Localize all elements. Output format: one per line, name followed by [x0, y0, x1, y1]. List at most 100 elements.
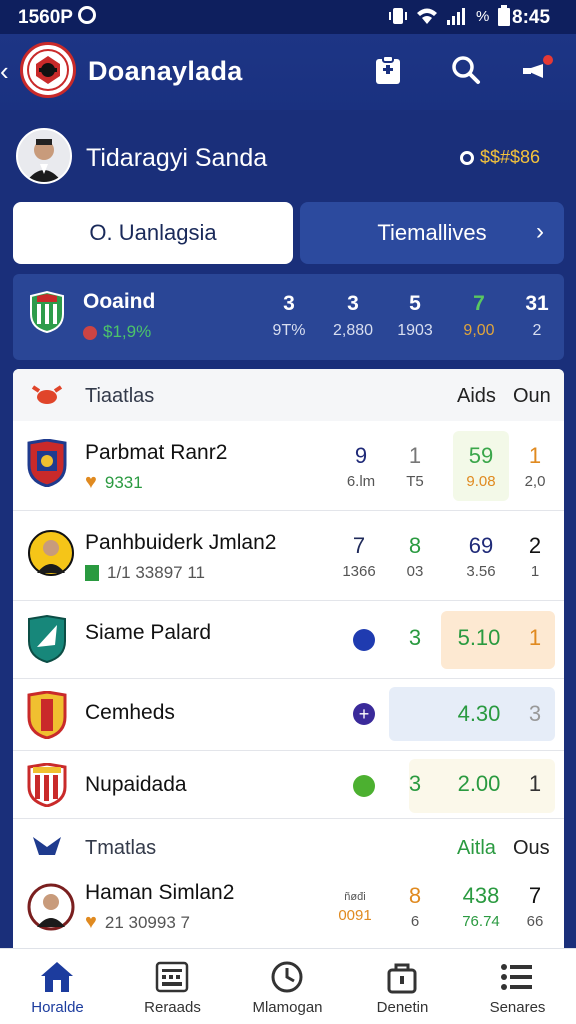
tab-overview-button[interactable]: O. Uanlagsia	[13, 202, 293, 264]
nav-details-label: Denetin	[376, 999, 429, 1016]
coin-value: $$#$86	[480, 147, 541, 167]
wifi-icon	[417, 8, 437, 24]
back-icon[interactable]: ‹	[0, 56, 9, 87]
col-header-aids[interactable]: Aids	[457, 385, 496, 408]
battery-percent: %	[476, 7, 490, 25]
cell-2: 8 03	[406, 533, 424, 580]
summary-col-2: 3 2,880	[332, 292, 374, 339]
crab-icon	[31, 385, 63, 404]
bird-icon	[33, 837, 61, 855]
cell-2: 3	[408, 625, 422, 650]
red-blue-shield-icon	[27, 439, 67, 487]
team-meta: ♥ 9331	[85, 471, 143, 493]
club-crest-icon	[27, 49, 69, 91]
menu-icon	[501, 964, 532, 990]
section-header-2: Tmatlas Aitla Ous	[13, 821, 564, 873]
cell-1: 9 6.lm	[346, 443, 376, 490]
search-icon	[452, 56, 480, 84]
cell-3: 59 9.08	[466, 443, 496, 490]
team-name: Parbmat Ranr2	[85, 441, 228, 464]
red-gold-shield-icon	[27, 691, 67, 739]
cell-2: 3	[408, 771, 422, 796]
summary-col-4: 7 9,00	[463, 292, 495, 339]
status-dot-icon	[353, 775, 375, 797]
coin-icon	[460, 150, 474, 165]
bag-icon	[387, 963, 417, 994]
summary-card[interactable]: Ooaind $1,9% 3 9T% 3 2,880 5 1903 7 9,00 31 2	[13, 274, 564, 360]
col-header-ous[interactable]: Ous	[513, 837, 550, 860]
team-name: Siame Palard	[85, 621, 212, 644]
standings-sheet: Tiaatlas Aids Oun Parbmat Ranr2 ♥ 9331 96…	[13, 369, 564, 948]
cell-4: 21	[528, 533, 542, 580]
heart-icon: ♥	[85, 471, 97, 493]
app-title: Doanaylada	[88, 56, 243, 86]
col-header-oun[interactable]: Oun	[513, 385, 551, 408]
nav-schedule[interactable]: Mlamogan	[230, 949, 345, 1024]
summary-sub: $1,9%	[83, 322, 151, 342]
clock-icon	[271, 961, 303, 993]
tab-timelines-button[interactable]: Tiemallives ›	[300, 202, 564, 264]
flag-icon	[85, 565, 99, 581]
nav-more[interactable]: Senares	[460, 949, 575, 1024]
nav-home-label: Horalde	[31, 999, 84, 1016]
col-header-aitla[interactable]: Aitla	[457, 837, 496, 860]
notification-icon	[78, 6, 96, 24]
summary-col-1: 3 9T%	[272, 292, 306, 339]
cell-1: ñøđi 0091	[338, 891, 372, 924]
battery-icon	[498, 5, 511, 26]
status-bar: 1560P % 8:45	[0, 0, 576, 34]
table-row[interactable]: Parbmat Ranr2 ♥ 9331 9 6.lm 1 T5 59 9.08 1 2,…	[13, 421, 564, 511]
nav-schedule-label: Mlamogan	[252, 999, 323, 1016]
clipboard-button[interactable]	[370, 52, 406, 88]
cell-4: 1	[528, 771, 542, 796]
cell-4: 7 66	[526, 883, 544, 930]
summary-col-5: 31 2	[525, 292, 549, 339]
summary-label: Ooaind	[83, 290, 156, 313]
shield-crest-icon	[30, 290, 64, 334]
status-time-right: 8:45	[512, 7, 551, 28]
search-button[interactable]	[448, 52, 484, 88]
status-icons: %	[388, 5, 511, 27]
bottom-nav: Horalde Reraads Mlamogan Denetin Senares	[0, 948, 576, 1024]
cell-3: 4.30	[457, 701, 501, 726]
table-row[interactable]: Haman Simlan2 ♥ 21 30993 7 ñøđi 0091 86 43…	[13, 873, 564, 948]
cell-2: 1 T5	[406, 443, 424, 490]
table-row[interactable]: Cemheds + 7 4.30 3	[13, 679, 564, 751]
person-avatar-icon	[18, 130, 70, 182]
teal-shield-icon	[28, 615, 66, 663]
profile-header: Tidaragyi Sanda $$#$86	[0, 110, 576, 204]
cell-3: 438 76.74	[462, 883, 500, 930]
chevron-right-icon: ›	[536, 218, 544, 245]
status-dot-icon	[353, 629, 375, 651]
notifications-button[interactable]	[520, 52, 556, 88]
club-logo	[20, 42, 76, 98]
nav-home[interactable]: Horalde	[0, 949, 115, 1024]
tab-overview-label: O. Uanlagsia	[89, 220, 217, 245]
coin-balance[interactable]: $$#$86	[460, 147, 540, 168]
status-time-left: 1560P	[18, 7, 73, 28]
tab-timelines-label: Tiemallives	[377, 220, 487, 245]
section-title-1: Tiaatlas	[85, 385, 155, 407]
megaphone-icon	[523, 55, 553, 78]
team-name: Haman Simlan2	[85, 881, 235, 904]
summary-col-3: 5 1903	[397, 292, 433, 339]
player-badge-icon	[27, 883, 75, 931]
nav-records[interactable]: Reraads	[115, 949, 230, 1024]
nav-records-label: Reraads	[144, 999, 201, 1016]
app-bar: ‹ Doanaylada	[0, 34, 576, 110]
vibrate-icon	[389, 8, 407, 24]
nav-more-label: Senares	[489, 999, 546, 1016]
team-meta: 1/1 33897 11	[85, 563, 205, 583]
striped-shield-icon	[27, 763, 67, 807]
table-row[interactable]: Panhbuiderk Jmlan2 1/1 33897 11 7 1366 80…	[13, 511, 564, 601]
cell-4: 3	[528, 701, 542, 726]
avatar[interactable]	[16, 128, 72, 184]
cell-3: 69 3.56	[466, 533, 496, 580]
table-row[interactable]: Siame Palard 3 5.10 1	[13, 601, 564, 679]
profile-name: Tidaragyi Sanda	[86, 144, 268, 172]
team-meta: ♥ 21 30993 7	[85, 911, 190, 933]
nav-details[interactable]: Denetin	[345, 949, 460, 1024]
table-row[interactable]: Nupaidada 3 2.00 1	[13, 751, 564, 819]
add-icon[interactable]: +	[353, 703, 375, 725]
player-badge-icon	[28, 530, 74, 576]
